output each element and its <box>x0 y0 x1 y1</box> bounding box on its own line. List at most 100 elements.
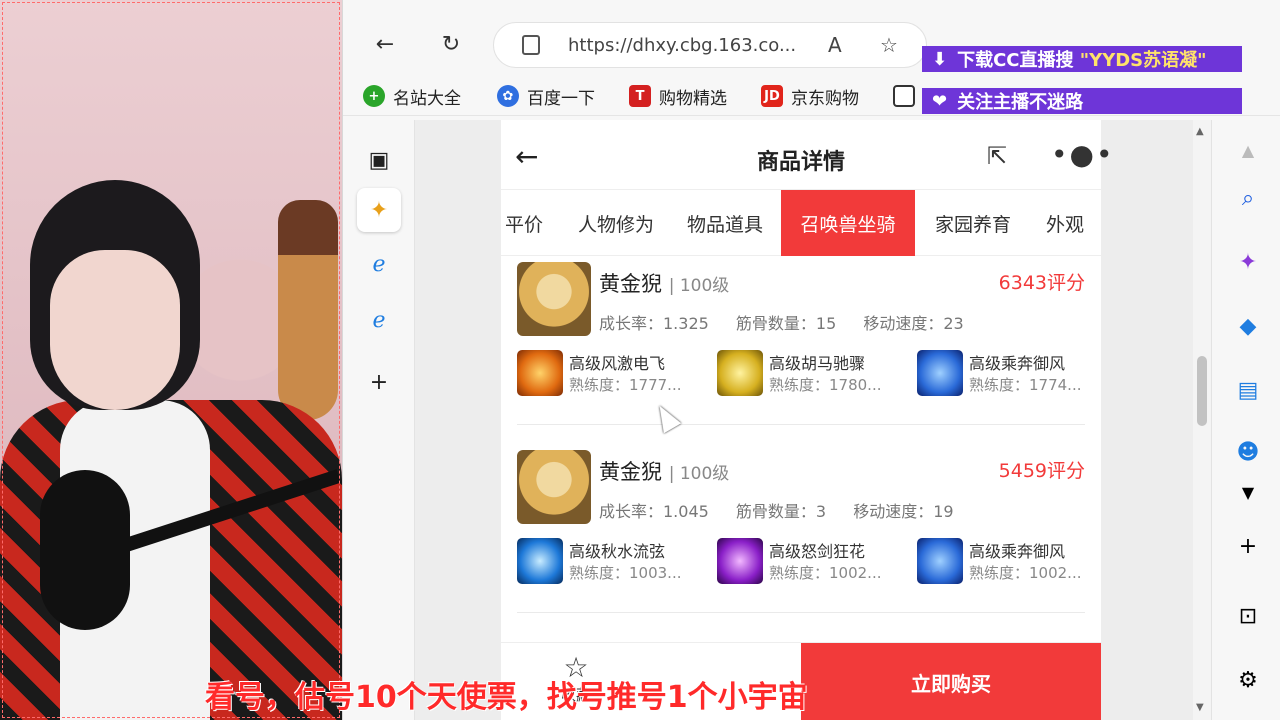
screen: ← ↻ https://dhxy.cbg.163.co... A ☆ + 名站大… <box>0 0 1280 720</box>
bookmark-label: 名站大全 <box>393 88 461 109</box>
camera-frame-border <box>2 2 340 718</box>
shopping-tag-icon[interactable]: ◆ <box>1228 306 1268 346</box>
skill-name: 高级胡马驰骤 <box>769 354 866 373</box>
file-icon <box>893 85 915 107</box>
pinned-tab-icon[interactable]: ✦ <box>357 188 401 232</box>
skill-icon <box>917 350 963 396</box>
skill-name: 高级怒剑狂花 <box>769 542 866 561</box>
pet-skill[interactable]: 高级秋水流弦 熟练度：1003... <box>517 536 707 584</box>
download-icon: ⬇ <box>932 48 948 70</box>
skill-icon <box>517 350 563 396</box>
add-plus-icon[interactable]: + <box>1228 526 1268 566</box>
stream-subtitle: 看号，估号10个天使票，找号推号1个小宇宙 <box>205 680 808 715</box>
T-icon: T <box>629 85 651 107</box>
download-overlay-banner: ⬇ 下载CC直播搜 "YYDS苏语凝" <box>922 46 1242 72</box>
games-icon[interactable]: ☻ <box>1228 432 1268 472</box>
skill-icon <box>717 538 763 584</box>
skill-proficiency: 熟练度：1002... <box>969 564 1082 582</box>
pet-speed: 移动速度：19 <box>853 502 954 521</box>
scroll-up-icon[interactable]: ▲ <box>1196 126 1204 137</box>
pet-skill[interactable]: 高级风激电飞 熟练度：1777... <box>517 348 707 396</box>
tab-items[interactable]: 物品道具 <box>673 190 777 256</box>
tools-icon[interactable]: ▤ <box>1228 370 1268 410</box>
pet-skill[interactable]: 高级胡马驰骤 熟练度：1780... <box>717 348 907 396</box>
search-icon[interactable]: ⌕ <box>1228 178 1268 218</box>
category-tabs: 平价 人物修为 物品道具 召唤兽坐骑 家园养育 外观 <box>501 190 1101 256</box>
tab-home[interactable]: 家园养育 <box>921 190 1025 256</box>
new-tab-plus-icon[interactable]: + <box>357 360 401 404</box>
web-page: ← 商品详情 ⇱ •●• 平价 人物修为 物品道具 召唤兽坐骑 家园养育 外观 … <box>415 120 1193 720</box>
pet-growth: 成长率：1.045 <box>599 502 709 521</box>
pet-score: 6343评分 <box>998 272 1085 294</box>
download-highlight: "YYDS苏语凝" <box>1079 50 1207 71</box>
pinned-site-icon[interactable]: ℯ <box>357 298 401 342</box>
skill-icon <box>917 538 963 584</box>
JD-icon: JD <box>761 85 783 107</box>
follow-overlay-banner: ❤ 关注主播不迷路 <box>922 88 1242 114</box>
split-screen-icon[interactable]: ⊡ <box>1228 596 1268 636</box>
pet-stats: 成长率：1.045 筋骨数量：3 移动速度：19 <box>599 498 976 522</box>
plus-circle-icon: + <box>363 85 385 107</box>
download-text: 下载CC直播搜 <box>957 50 1074 71</box>
skill-icon <box>517 538 563 584</box>
skill-name: 高级乘奔御风 <box>969 354 1066 373</box>
scroll-down-icon[interactable]: ▼ <box>1196 702 1204 713</box>
tab-character[interactable]: 人物修为 <box>561 190 671 256</box>
left-edge-sidebar: ▣ ✦ ℯ ℯ + <box>343 120 415 720</box>
back-arrow-icon[interactable]: ← <box>369 28 401 60</box>
pet-bones: 筋骨数量：3 <box>735 502 827 521</box>
tab-actions-icon[interactable]: ▣ <box>357 138 401 182</box>
mobile-view: ← 商品详情 ⇱ •●• 平价 人物修为 物品道具 召唤兽坐骑 家园养育 外观 … <box>501 120 1112 720</box>
tab-pingjia[interactable]: 平价 <box>501 190 547 256</box>
address-url[interactable]: https://dhxy.cbg.163.co... <box>568 35 796 56</box>
follow-text: 关注主播不迷路 <box>957 92 1084 113</box>
copilot-sparkle-icon[interactable]: ✦ <box>1228 242 1268 282</box>
page-scrollbar[interactable]: ▲ ▼ <box>1193 120 1211 720</box>
add-favorite-icon[interactable]: ☆ <box>880 33 898 57</box>
pet-name: 黄金猊 | 100级 <box>599 272 730 296</box>
bookmark-label: 京东购物 <box>791 88 859 109</box>
pet-skill[interactable]: 高级乘奔御风 熟练度：1774... <box>917 348 1107 396</box>
scroll-up-icon[interactable]: ▲ <box>1228 130 1268 170</box>
skill-proficiency: 熟练度：1774... <box>969 376 1082 394</box>
buy-now-button[interactable]: 立即购买 <box>801 643 1101 720</box>
address-bar[interactable]: https://dhxy.cbg.163.co... A ☆ <box>493 22 927 68</box>
pinned-site-icon[interactable]: ℯ <box>357 242 401 286</box>
skill-proficiency: 熟练度：1777... <box>569 376 682 394</box>
refresh-icon[interactable]: ↻ <box>435 28 467 60</box>
tab-pets-mounts[interactable]: 召唤兽坐骑 <box>781 190 915 256</box>
bookmark-item[interactable]: + 名站大全 <box>363 82 461 110</box>
skill-name: 高级秋水流弦 <box>569 542 666 561</box>
pet-skill[interactable]: 高级乘奔御风 熟练度：1002... <box>917 536 1107 584</box>
bookmark-item[interactable]: T 购物精选 <box>629 82 727 110</box>
baidu-paw-icon: ✿ <box>497 85 519 107</box>
pet-skill[interactable]: 高级怒剑狂花 熟练度：1002... <box>717 536 907 584</box>
more-icon[interactable]: •●• <box>1051 138 1114 171</box>
pet-avatar <box>517 262 591 336</box>
settings-gear-icon[interactable]: ⚙ <box>1228 660 1268 700</box>
page-title: 商品详情 <box>756 150 845 175</box>
divider <box>517 424 1085 425</box>
skill-proficiency: 熟练度：1002... <box>769 564 882 582</box>
lock-icon <box>522 35 540 55</box>
bookmark-label: 购物精选 <box>659 88 727 109</box>
right-edge-sidebar: ▲ ⌕ ✦ ◆ ▤ ☻ ▼ + ⊡ ⚙ <box>1211 120 1280 720</box>
bookmark-item[interactable]: JD 京东购物 <box>761 82 859 110</box>
pet-growth: 成长率：1.325 <box>599 314 709 333</box>
share-icon[interactable]: ⇱ <box>987 142 1007 170</box>
skill-proficiency: 熟练度：1003... <box>569 564 682 582</box>
skill-proficiency: 熟练度：1780... <box>769 376 882 394</box>
bookmark-item[interactable]: ✿ 百度一下 <box>497 82 595 110</box>
page-header: ← 商品详情 ⇱ •●• <box>501 120 1112 190</box>
scrollbar-thumb[interactable] <box>1197 356 1207 426</box>
skill-icon <box>717 350 763 396</box>
bookmark-folder[interactable] <box>893 82 915 110</box>
tab-appearance[interactable]: 外观 <box>1035 190 1095 256</box>
pet-speed: 移动速度：23 <box>863 314 964 333</box>
bookmark-label: 百度一下 <box>527 88 595 109</box>
heart-icon: ❤ <box>932 90 948 112</box>
pet-bones: 筋骨数量：15 <box>735 314 837 333</box>
read-aloud-icon[interactable]: A <box>828 33 842 57</box>
pet-stats: 成长率：1.325 筋骨数量：15 移动速度：23 <box>599 310 986 334</box>
dropdown-icon[interactable]: ▼ <box>1228 472 1268 512</box>
